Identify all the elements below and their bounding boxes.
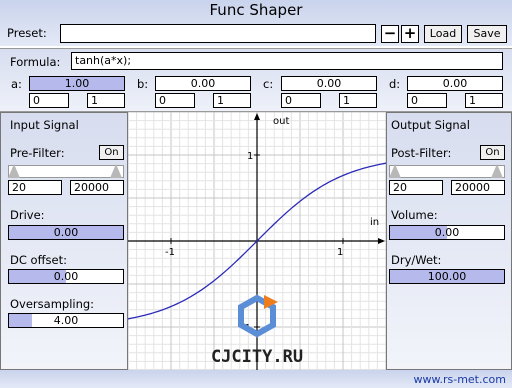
prefilter-low-handle[interactable] bbox=[8, 164, 20, 178]
postfilter-high-freq[interactable]: 20000 bbox=[451, 180, 505, 195]
drywet-label: Dry/Wet: bbox=[391, 253, 442, 267]
param-c-value: 0.00 bbox=[316, 77, 342, 90]
postfilter-toggle[interactable]: On bbox=[480, 145, 505, 160]
param-a-value: 1.00 bbox=[64, 77, 90, 90]
y-axis-label: out bbox=[273, 116, 289, 127]
x-axis-label: in bbox=[370, 217, 379, 228]
x-tick-label: -1 bbox=[165, 247, 175, 258]
input-signal-title: Input Signal bbox=[10, 118, 79, 132]
transfer-function-plot[interactable]: -1 1 1 -1 in out CJCITY.RU bbox=[127, 111, 387, 371]
param-b-slider[interactable]: 0.00 bbox=[155, 76, 251, 91]
postfilter-label: Post-Filter: bbox=[391, 146, 452, 160]
param-a-min[interactable]: 0 bbox=[29, 93, 69, 108]
param-d-min[interactable]: 0 bbox=[407, 93, 447, 108]
prefilter-range-track[interactable] bbox=[8, 164, 124, 178]
prefilter-low-freq[interactable]: 20 bbox=[8, 180, 62, 195]
param-d-value: 0.00 bbox=[442, 77, 468, 90]
app-title: Func Shaper bbox=[209, 1, 303, 19]
slider-fill bbox=[9, 314, 32, 327]
dc-offset-slider[interactable]: 0.00 bbox=[8, 269, 124, 284]
oversampling-slider[interactable]: 4.00 bbox=[8, 313, 124, 328]
watermark-text: CJCITY.RU bbox=[211, 347, 303, 367]
dc-offset-value: 0.00 bbox=[53, 270, 79, 283]
param-a-label: a: bbox=[11, 77, 22, 91]
drive-label: Drive: bbox=[10, 208, 45, 222]
preset-label: Preset: bbox=[7, 26, 47, 40]
param-c-label: c: bbox=[263, 77, 274, 91]
postfilter-high-handle[interactable] bbox=[491, 164, 503, 178]
param-b-value: 0.00 bbox=[190, 77, 216, 90]
param-d-max[interactable]: 1 bbox=[465, 93, 503, 108]
drywet-slider[interactable]: 100.00 bbox=[389, 269, 505, 284]
param-b-min[interactable]: 0 bbox=[155, 93, 195, 108]
param-c-slider[interactable]: 0.00 bbox=[281, 76, 377, 91]
postfilter-low-handle[interactable] bbox=[389, 164, 401, 178]
postfilter-low-freq[interactable]: 20 bbox=[389, 180, 443, 195]
param-c-max[interactable]: 1 bbox=[339, 93, 377, 108]
website-link[interactable]: www.rs-met.com bbox=[414, 373, 507, 386]
dc-offset-label: DC offset: bbox=[10, 253, 67, 267]
drive-slider[interactable]: 0.00 bbox=[8, 225, 124, 240]
oversampling-label: Oversampling: bbox=[10, 297, 95, 311]
param-a-slider[interactable]: 1.00 bbox=[29, 76, 125, 91]
prefilter-label: Pre-Filter: bbox=[10, 146, 65, 160]
postfilter-range-track[interactable] bbox=[389, 164, 505, 178]
prefilter-high-handle[interactable] bbox=[110, 164, 122, 178]
formula-label: Formula: bbox=[10, 55, 61, 69]
preset-prev-button[interactable]: − bbox=[381, 25, 399, 43]
prefilter-toggle[interactable]: On bbox=[99, 145, 124, 160]
param-d-slider[interactable]: 0.00 bbox=[407, 76, 503, 91]
param-b-label: b: bbox=[137, 77, 149, 91]
drywet-value: 100.00 bbox=[427, 270, 467, 283]
y-axis-arrow bbox=[254, 113, 260, 120]
volume-label: Volume: bbox=[391, 208, 438, 222]
y-tick-label: 1 bbox=[247, 151, 253, 162]
x-axis-arrow bbox=[378, 238, 385, 244]
x-tick-label: 1 bbox=[337, 247, 343, 258]
oversampling-value: 4.00 bbox=[53, 314, 79, 327]
param-c-min[interactable]: 0 bbox=[281, 93, 321, 108]
drive-value: 0.00 bbox=[53, 226, 79, 239]
prefilter-high-freq[interactable]: 20000 bbox=[70, 180, 124, 195]
output-signal-title: Output Signal bbox=[391, 118, 470, 132]
watermark-logo bbox=[238, 294, 278, 338]
load-button[interactable]: Load bbox=[424, 25, 462, 43]
save-button[interactable]: Save bbox=[467, 25, 507, 43]
volume-slider[interactable]: 0.00 bbox=[389, 225, 505, 240]
volume-value: 0.00 bbox=[434, 226, 460, 239]
param-b-max[interactable]: 1 bbox=[213, 93, 251, 108]
param-d-label: d: bbox=[389, 77, 401, 91]
formula-input[interactable]: tanh(a*x); bbox=[71, 52, 503, 70]
plot-canvas: -1 11-1inout CJCITY.RU bbox=[127, 111, 387, 371]
preset-input[interactable] bbox=[60, 24, 376, 43]
preset-next-button[interactable]: + bbox=[401, 25, 419, 43]
param-a-max[interactable]: 1 bbox=[87, 93, 125, 108]
